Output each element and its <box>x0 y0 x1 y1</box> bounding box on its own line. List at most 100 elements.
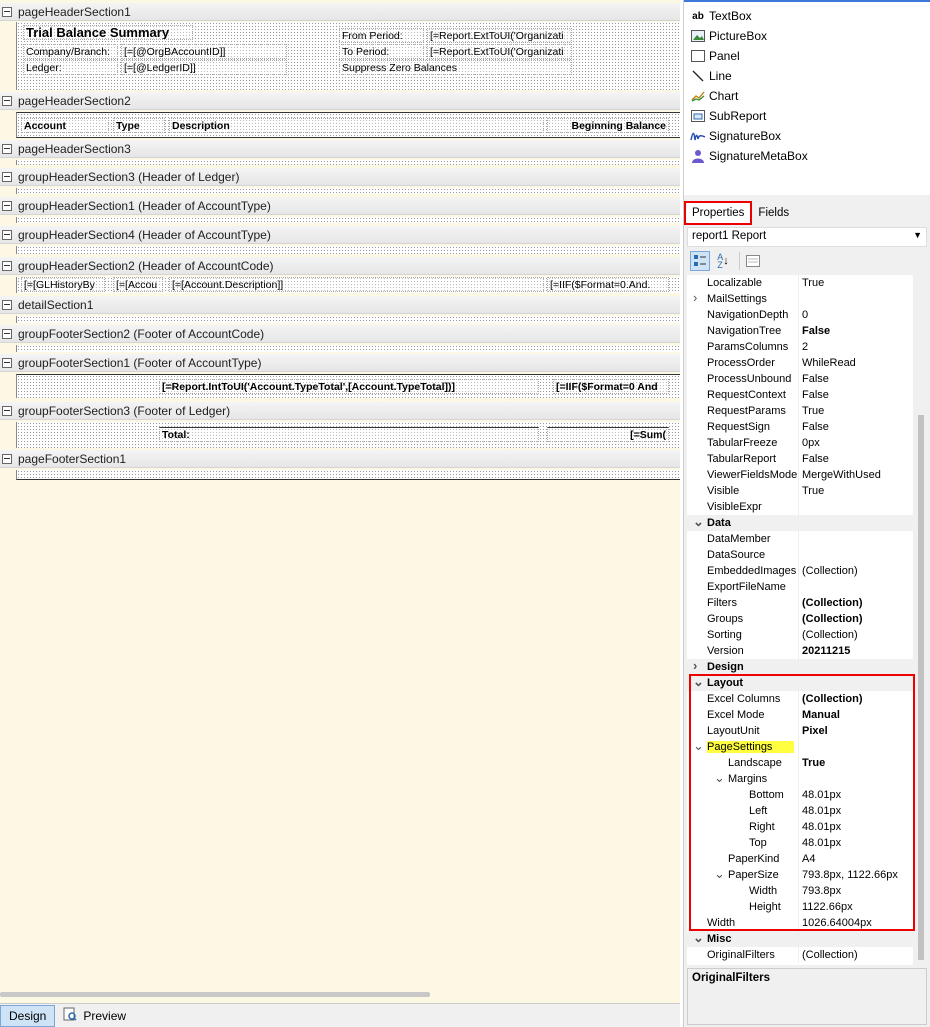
property-row[interactable]: RequestParams True <box>687 403 913 419</box>
collapse-icon[interactable] <box>2 405 12 416</box>
account-header[interactable]: Account <box>21 118 109 133</box>
property-row[interactable]: Top 48.01px <box>687 835 913 851</box>
chevron-down-icon[interactable]: ⌄ <box>693 675 707 688</box>
property-value[interactable] <box>798 291 913 307</box>
property-value[interactable]: False <box>798 387 913 403</box>
property-row[interactable]: NavigationTree False <box>687 323 913 339</box>
property-value[interactable]: True <box>798 403 913 419</box>
tab-design[interactable]: Design <box>0 1004 56 1027</box>
tab-properties[interactable]: Properties <box>684 201 753 225</box>
property-value[interactable]: 0px <box>798 435 913 451</box>
report-designer-canvas[interactable]: pageHeaderSection1 Trial Balance Summary… <box>0 0 680 1003</box>
property-value[interactable]: (Collection) <box>798 947 913 963</box>
to-period-label[interactable]: To Period: <box>339 44 424 59</box>
group-header-1-body[interactable] <box>16 217 680 223</box>
property-value[interactable]: 1026.64004px <box>798 915 913 931</box>
property-row[interactable]: Width 1026.64004px <box>687 915 913 931</box>
property-value[interactable]: False <box>798 451 913 467</box>
property-value[interactable]: False <box>798 419 913 435</box>
property-value[interactable]: 20211215 <box>798 643 913 659</box>
property-value[interactable] <box>798 579 913 595</box>
property-row[interactable]: OriginalFilters (Collection) <box>687 947 913 963</box>
property-value[interactable]: (Collection) <box>798 563 913 579</box>
property-row[interactable]: Left 48.01px <box>687 803 913 819</box>
collapse-icon[interactable] <box>2 229 12 240</box>
property-value[interactable]: WhileRead <box>798 355 913 371</box>
property-value[interactable]: 48.01px <box>798 803 913 819</box>
property-row[interactable]: EmbeddedImages (Collection) <box>687 563 913 579</box>
categorized-view-button[interactable] <box>690 251 710 271</box>
chevron-down-icon[interactable]: ⌄ <box>693 739 707 752</box>
total-sum-field[interactable]: [=Sum( <box>547 427 669 442</box>
page-header-2-body[interactable]: Account Type Description Beginning Balan… <box>16 112 680 138</box>
type-total-field[interactable]: [=Report.IntToUI('Account.TypeTotal',[Ac… <box>159 379 539 394</box>
collapse-icon[interactable] <box>2 260 12 271</box>
property-category[interactable]: ⌄ Misc <box>687 931 913 947</box>
band-group-header-1[interactable]: groupHeaderSection1 (Header of AccountTy… <box>0 197 680 215</box>
ledger-field[interactable]: [=[@LedgerID]] <box>121 60 287 75</box>
property-value[interactable]: A4 <box>798 851 913 867</box>
property-row[interactable]: ExportFileName <box>687 579 913 595</box>
chevron-down-icon[interactable]: ⌄ <box>693 931 707 944</box>
description-header[interactable]: Description <box>169 118 544 133</box>
property-row[interactable]: ProcessUnbound False <box>687 371 913 387</box>
collapse-icon[interactable] <box>2 299 12 310</box>
band-page-header-3[interactable]: pageHeaderSection3 <box>0 140 680 158</box>
property-value[interactable]: True <box>798 755 913 771</box>
collapse-icon[interactable] <box>2 453 12 464</box>
collapse-icon[interactable] <box>2 200 12 211</box>
property-value[interactable]: (Collection) <box>798 627 913 643</box>
property-value[interactable]: (Collection) <box>798 691 913 707</box>
property-row[interactable]: Filters (Collection) <box>687 595 913 611</box>
group-footer-3-body[interactable]: Total: [=Sum( <box>16 422 680 448</box>
property-row[interactable]: PaperKind A4 <box>687 851 913 867</box>
suppress-zero-label[interactable]: Suppress Zero Balances <box>339 60 572 75</box>
tab-fields[interactable]: Fields <box>752 201 795 225</box>
property-pages-button[interactable] <box>743 251 763 271</box>
total-label[interactable]: Total: <box>159 427 539 442</box>
property-value[interactable]: True <box>798 275 913 291</box>
property-row[interactable]: VisibleExpr <box>687 499 913 515</box>
property-value[interactable]: MergeWithUsed <box>798 467 913 483</box>
page-footer-body[interactable] <box>16 470 680 480</box>
property-value[interactable] <box>798 739 913 755</box>
band-group-header-4[interactable]: groupHeaderSection4 (Header of AccountTy… <box>0 226 680 244</box>
property-row[interactable]: Localizable True <box>687 275 913 291</box>
account-type-field[interactable]: [=[Accou <box>113 277 163 292</box>
property-value[interactable]: (Collection) <box>798 611 913 627</box>
property-row[interactable]: Bottom 48.01px <box>687 787 913 803</box>
account-description-field[interactable]: [=[Account.Description]] <box>169 277 544 292</box>
band-page-footer[interactable]: pageFooterSection1 <box>0 450 680 468</box>
property-row[interactable]: Groups (Collection) <box>687 611 913 627</box>
property-row[interactable]: Height 1122.66px <box>687 899 913 915</box>
property-value[interactable]: 1122.66px <box>798 899 913 915</box>
beginning-balance-header[interactable]: Beginning Balance <box>547 118 669 133</box>
property-row[interactable]: Version 20211215 <box>687 643 913 659</box>
toolbox-item-panel[interactable]: Panel <box>690 47 740 65</box>
band-detail[interactable]: detailSection1 <box>0 296 680 314</box>
toolbox-item-chart[interactable]: Chart <box>690 87 738 105</box>
property-row[interactable]: ProcessOrder WhileRead <box>687 355 913 371</box>
scrollbar-thumb[interactable] <box>918 415 924 960</box>
property-row[interactable]: Visible True <box>687 483 913 499</box>
group-header-2-body[interactable]: [=[GLHistoryBy [=[Accou [=[Account.Descr… <box>16 277 680 293</box>
from-period-field[interactable]: [=Report.ExtToUI('Organizati <box>427 28 572 43</box>
property-row[interactable]: › MailSettings <box>687 291 913 307</box>
detail-body[interactable] <box>16 316 680 323</box>
group-footer-2-body[interactable] <box>16 345 680 352</box>
property-row[interactable]: ParamsColumns 2 <box>687 339 913 355</box>
collapse-icon[interactable] <box>2 357 12 368</box>
collapse-icon[interactable] <box>2 6 12 17</box>
gl-history-field[interactable]: [=[GLHistoryBy <box>21 277 105 292</box>
collapse-icon[interactable] <box>2 143 12 154</box>
page-header-1-body[interactable]: Trial Balance Summary From Period: [=Rep… <box>16 22 680 90</box>
type-header[interactable]: Type <box>113 118 165 133</box>
band-group-header-2[interactable]: groupHeaderSection2 (Header of AccountCo… <box>0 257 680 275</box>
property-row[interactable]: Excel Mode Manual <box>687 707 913 723</box>
collapse-icon[interactable] <box>2 171 12 182</box>
toolbox-item-signaturemetabox[interactable]: SignatureMetaBox <box>690 147 808 165</box>
property-value[interactable] <box>798 771 913 787</box>
property-value[interactable]: 48.01px <box>798 835 913 851</box>
property-row[interactable]: DataMember <box>687 531 913 547</box>
type-total-balance-field[interactable]: [=IIF($Format=0 And <box>553 379 669 394</box>
